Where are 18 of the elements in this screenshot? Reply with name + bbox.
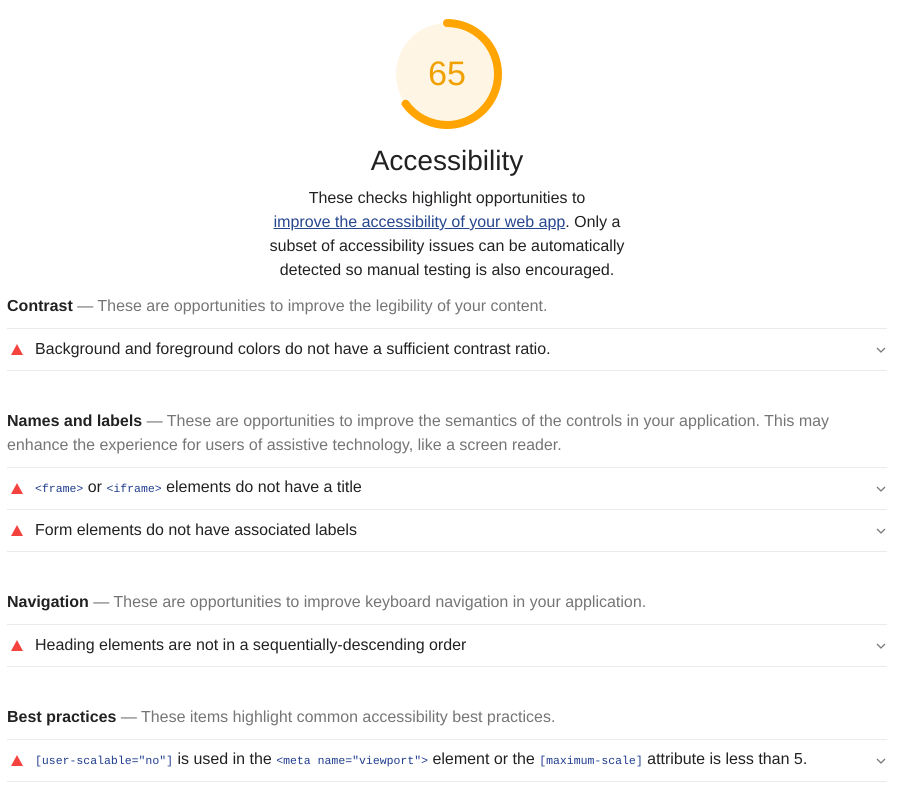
audit-title: Heading elements are not in a sequentially-descending order	[35, 636, 466, 656]
audit-title: Background and foreground colors do not have a sufficient contrast ratio.	[35, 340, 551, 360]
category-description: These checks highlight opportunities to improve the accessibility of your web app. Only a subset of accessibility issues can be automatically detected so manual testing is also encouraged.	[268, 189, 626, 281]
chevron-down-icon[interactable]	[876, 642, 886, 648]
group-header: Best practices — These items highlight common accessibility best practices.	[7, 708, 556, 728]
chevron-down-icon[interactable]	[876, 486, 886, 492]
audit-title: [user-scalable="no"] is used in the <meta name="viewport"> element or the [maximum-scale] attribute is less than 5.	[35, 750, 808, 770]
category-title: Accessibility	[370, 144, 524, 178]
chevron-down-icon[interactable]	[876, 346, 886, 352]
audit-title: Form elements do not have associated labels	[35, 520, 357, 540]
group-header: Navigation — These are opportunities to improve keyboard navigation in your application.	[7, 593, 648, 613]
group-header: Names and labels — These are opportunities to improve the semantics of the controls in your application. This may enhance the experience for users of assistive technology, like a screen reader.	[7, 412, 830, 456]
chevron-down-icon[interactable]	[876, 528, 886, 534]
chevron-down-icon[interactable]	[876, 758, 886, 764]
score-value: 65	[428, 57, 466, 91]
group-header: Contrast — These are opportunities to improve the legibility of your content.	[7, 297, 548, 317]
audit-title: <frame> or <iframe> elements do not have a title	[35, 478, 362, 498]
description-link[interactable]: improve the accessibility of your web app	[274, 214, 566, 231]
